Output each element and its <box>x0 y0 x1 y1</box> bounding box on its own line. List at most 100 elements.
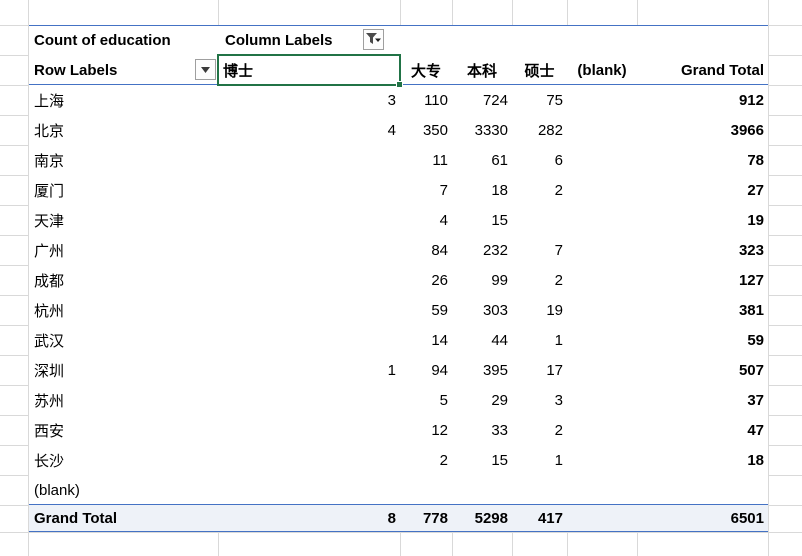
value-cell[interactable]: 17 <box>512 355 567 385</box>
value-cell[interactable]: 1 <box>512 325 567 355</box>
value-cell[interactable]: 127 <box>637 265 768 295</box>
value-cell[interactable]: 94 <box>400 355 452 385</box>
column-header[interactable]: 大专 <box>400 55 452 85</box>
grand-total-value-cell[interactable]: 778 <box>400 505 452 532</box>
value-cell[interactable] <box>567 265 637 295</box>
value-cell[interactable]: 26 <box>400 265 452 295</box>
value-cell[interactable]: 19 <box>637 205 768 235</box>
value-cell[interactable] <box>567 175 637 205</box>
column-labels-filter-button[interactable] <box>363 29 384 50</box>
value-cell[interactable]: 12 <box>400 415 452 445</box>
value-cell[interactable]: 323 <box>637 235 768 265</box>
value-cell[interactable]: 11 <box>400 145 452 175</box>
row-label[interactable]: 苏州 <box>29 385 218 415</box>
value-cell[interactable]: 37 <box>637 385 768 415</box>
value-cell[interactable] <box>218 325 400 355</box>
value-cell[interactable]: 29 <box>452 385 512 415</box>
row-labels-dropdown-button[interactable] <box>195 59 216 80</box>
value-cell[interactable] <box>567 325 637 355</box>
value-cell[interactable] <box>218 475 400 505</box>
value-cell[interactable]: 78 <box>637 145 768 175</box>
value-cell[interactable] <box>567 145 637 175</box>
value-cell[interactable]: 2 <box>512 415 567 445</box>
count-of-education-cell[interactable]: Count of education <box>29 25 218 55</box>
grand-total-value-cell[interactable]: 6501 <box>637 505 768 532</box>
value-cell[interactable] <box>567 85 637 115</box>
row-label[interactable]: 厦门 <box>29 175 218 205</box>
value-cell[interactable] <box>218 265 400 295</box>
empty-header-cell[interactable] <box>567 25 637 55</box>
value-cell[interactable]: 110 <box>400 85 452 115</box>
column-header[interactable]: (blank) <box>567 55 637 85</box>
value-cell[interactable]: 232 <box>452 235 512 265</box>
value-cell[interactable] <box>637 475 768 505</box>
value-cell[interactable] <box>218 415 400 445</box>
value-cell[interactable] <box>512 205 567 235</box>
row-label[interactable]: 南京 <box>29 145 218 175</box>
value-cell[interactable]: 3330 <box>452 115 512 145</box>
value-cell[interactable]: 99 <box>452 265 512 295</box>
empty-header-cell[interactable] <box>452 25 512 55</box>
value-cell[interactable]: 282 <box>512 115 567 145</box>
value-cell[interactable]: 7 <box>512 235 567 265</box>
grand-total-label-cell[interactable]: Grand Total <box>29 505 218 532</box>
grand-total-value-cell[interactable]: 8 <box>218 505 400 532</box>
value-cell[interactable]: 912 <box>637 85 768 115</box>
value-cell[interactable]: 350 <box>400 115 452 145</box>
value-cell[interactable]: 1 <box>512 445 567 475</box>
value-cell[interactable]: 6 <box>512 145 567 175</box>
value-cell[interactable] <box>218 205 400 235</box>
value-cell[interactable] <box>567 235 637 265</box>
value-cell[interactable]: 15 <box>452 445 512 475</box>
value-cell[interactable]: 14 <box>400 325 452 355</box>
value-cell[interactable]: 15 <box>452 205 512 235</box>
row-label[interactable]: (blank) <box>29 475 218 505</box>
value-cell[interactable] <box>218 295 400 325</box>
value-cell[interactable]: 27 <box>637 175 768 205</box>
value-cell[interactable]: 47 <box>637 415 768 445</box>
value-cell[interactable]: 4 <box>218 115 400 145</box>
value-cell[interactable] <box>218 385 400 415</box>
value-cell[interactable] <box>567 115 637 145</box>
value-cell[interactable]: 4 <box>400 205 452 235</box>
value-cell[interactable]: 7 <box>400 175 452 205</box>
value-cell[interactable]: 395 <box>452 355 512 385</box>
value-cell[interactable]: 3 <box>218 85 400 115</box>
fill-handle[interactable] <box>396 81 403 88</box>
value-cell[interactable]: 507 <box>637 355 768 385</box>
row-label[interactable]: 西安 <box>29 415 218 445</box>
value-cell[interactable]: 2 <box>512 175 567 205</box>
value-cell[interactable] <box>567 355 637 385</box>
value-cell[interactable]: 3 <box>512 385 567 415</box>
row-label[interactable]: 武汉 <box>29 325 218 355</box>
value-cell[interactable] <box>567 295 637 325</box>
value-cell[interactable]: 61 <box>452 145 512 175</box>
row-label[interactable]: 成都 <box>29 265 218 295</box>
value-cell[interactable]: 84 <box>400 235 452 265</box>
value-cell[interactable]: 381 <box>637 295 768 325</box>
row-label[interactable]: 杭州 <box>29 295 218 325</box>
value-cell[interactable] <box>567 415 637 445</box>
row-label[interactable]: 上海 <box>29 85 218 115</box>
value-cell[interactable]: 303 <box>452 295 512 325</box>
row-label[interactable]: 长沙 <box>29 445 218 475</box>
value-cell[interactable]: 5 <box>400 385 452 415</box>
row-labels-cell[interactable]: Row Labels <box>29 55 218 85</box>
value-cell[interactable]: 59 <box>400 295 452 325</box>
empty-header-cell[interactable] <box>512 25 567 55</box>
value-cell[interactable]: 18 <box>637 445 768 475</box>
empty-header-cell[interactable] <box>637 25 768 55</box>
value-cell[interactable]: 18 <box>452 175 512 205</box>
value-cell[interactable]: 59 <box>637 325 768 355</box>
empty-header-cell[interactable] <box>400 25 452 55</box>
value-cell[interactable]: 2 <box>400 445 452 475</box>
value-cell[interactable] <box>567 385 637 415</box>
value-cell[interactable] <box>400 475 452 505</box>
row-label[interactable]: 北京 <box>29 115 218 145</box>
column-header[interactable]: 本科 <box>452 55 512 85</box>
value-cell[interactable]: 44 <box>452 325 512 355</box>
grand-total-value-cell[interactable] <box>567 505 637 532</box>
value-cell[interactable]: 33 <box>452 415 512 445</box>
row-label[interactable]: 广州 <box>29 235 218 265</box>
value-cell[interactable]: 1 <box>218 355 400 385</box>
